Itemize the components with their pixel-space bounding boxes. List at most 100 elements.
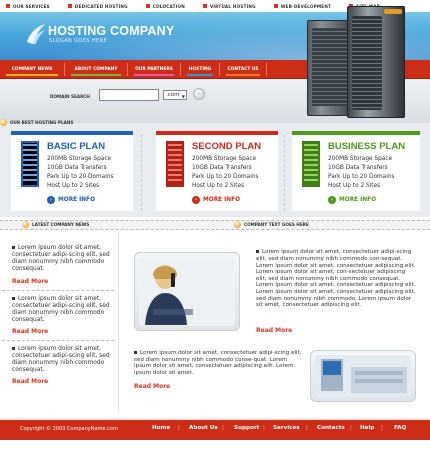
footer-link-support[interactable]: Support <box>234 425 259 431</box>
plan-card-basic: BASIC PLAN 200MB Storage Space 10GB Data… <box>11 131 133 211</box>
menu-hosting[interactable]: Hosting <box>181 60 219 79</box>
menu-label: Contact Us <box>227 67 259 72</box>
bullet-icon <box>256 250 259 253</box>
footer-link-about-us[interactable]: About Us <box>189 425 218 431</box>
tld-value: .com <box>166 92 180 98</box>
arrow-right-icon: › <box>47 196 55 204</box>
plan-feature: Park Up to 20 Domains <box>192 174 259 180</box>
topnav-label: Colocation <box>152 3 185 9</box>
menu-contact-us[interactable]: Contact Us <box>220 60 266 79</box>
read-more-link[interactable]: Read More <box>12 328 48 335</box>
company-heading: Company Text Goes Here <box>234 220 309 229</box>
footer-link-contacts[interactable]: Contacts <box>317 425 345 431</box>
menu-about-company[interactable]: About Company <box>65 60 127 79</box>
bullet-icon <box>234 221 241 228</box>
computer-photo-frame <box>310 350 416 402</box>
news-heading: Latest Company News <box>22 220 89 229</box>
company-text-2-content: Lorem ipsum dolor sit amet, consectetuer… <box>134 350 302 376</box>
bullet-icon <box>12 297 15 300</box>
plan-feature: 10GB Data Transfers <box>47 165 107 171</box>
menu-label: Hosting <box>188 67 212 72</box>
company-title: HOSTING COMPANY <box>48 24 175 38</box>
topnav-label: Virtual Hosting <box>209 3 256 9</box>
plans-heading-label: Our Best Hosting Plans <box>10 120 74 125</box>
operator-photo-frame <box>134 252 240 331</box>
plan-title: BASIC PLAN <box>47 141 106 152</box>
menu-underline <box>226 74 260 76</box>
bullet-icon <box>273 4 278 8</box>
bullet-icon <box>0 119 7 126</box>
tld-select[interactable]: .com ▼ <box>163 90 187 100</box>
plan-feature: 200MB Storage Space <box>328 156 393 162</box>
menu-label: Company News <box>11 67 53 72</box>
menu-our-partners[interactable]: Our Partners <box>128 60 180 79</box>
bullet-icon <box>202 4 207 8</box>
page-bottom <box>0 440 430 462</box>
menu-underline <box>71 74 121 76</box>
bullet-icon <box>12 246 15 249</box>
menu-label: About Company <box>74 67 118 72</box>
news-text: Lorem ipsum dolor sit amet, consectetuer… <box>12 296 110 323</box>
plan-title: BUSINESS PLAN <box>328 141 406 152</box>
topnav-label: Our Services <box>13 3 50 9</box>
read-more-link[interactable]: Read More <box>256 327 292 334</box>
footer-link-home[interactable]: Home <box>152 425 170 431</box>
topnav-label: Web-Development <box>280 3 332 9</box>
server-rack-icon <box>166 141 184 187</box>
plan-feature: 200MB Storage Space <box>47 156 112 162</box>
plan-card-second: SECOND PLAN 200MB Storage Space 10GB Dat… <box>156 131 278 211</box>
menu-label: Our Partners <box>135 67 173 72</box>
news-item: Lorem ipsum dolor sit amet, consectetuer… <box>12 296 112 324</box>
topnav-virtual-hosting[interactable]: Virtual Hosting <box>202 3 256 9</box>
news-item: Lorem ipsum dolor sit amet, consectetuer… <box>12 245 112 273</box>
plan-feature: 10GB Data Transfers <box>192 165 252 171</box>
arrow-right-icon: › <box>198 91 200 97</box>
menu-company-news[interactable]: Company News <box>0 60 64 79</box>
logo-icon <box>27 24 45 44</box>
read-more-link[interactable]: Read More <box>12 278 48 285</box>
search-go-button[interactable]: › <box>193 88 205 100</box>
news-text: Lorem ipsum dolor sit amet, consectetuer… <box>12 245 110 272</box>
more-info-button[interactable]: › MORE INFO <box>192 196 240 204</box>
menu-underline <box>134 74 174 76</box>
arrow-right-icon: › <box>192 196 200 204</box>
footer-link-help[interactable]: Help <box>360 425 374 431</box>
topnav-web-development[interactable]: Web-Development <box>273 3 332 9</box>
news-heading-label: Latest Company News <box>32 222 90 227</box>
plan-feature: Host Up to 2 Sites <box>47 183 100 189</box>
footer-link-faq[interactable]: FAQ <box>394 425 406 431</box>
more-info-button[interactable]: › MORE INFO <box>47 196 95 204</box>
arrow-right-icon: › <box>328 196 336 204</box>
bullet-icon <box>134 351 137 354</box>
bullet-icon <box>6 4 10 8</box>
topnav-colocation[interactable]: Colocation <box>145 3 185 9</box>
company-text-1-content: Lorem ipsum dolor sit amet, consectetuer… <box>256 249 416 309</box>
domain-search-label: Domain Search <box>50 94 90 99</box>
plan-feature: Host Up to 2 Sites <box>328 183 381 189</box>
menu-underline <box>6 74 58 76</box>
plan-feature: Park Up to 20 Domains <box>328 174 395 180</box>
plan-feature: 10GB Data Transfers <box>328 165 388 171</box>
read-more-link[interactable]: Read More <box>134 383 170 390</box>
menu-underline <box>187 74 213 76</box>
read-more-link[interactable]: Read More <box>12 378 48 385</box>
company-slogan: SLOGAN GOES HERE <box>49 38 108 44</box>
footer-link-services[interactable]: Services <box>273 425 300 431</box>
bullet-icon <box>145 4 150 8</box>
plans-heading: Our Best Hosting Plans <box>0 118 73 127</box>
plan-feature: Park Up to 20 Domains <box>47 174 114 180</box>
more-info-label: MORE INFO <box>58 197 96 203</box>
more-info-label: MORE INFO <box>339 197 377 203</box>
company-text-1: Lorem ipsum dolor sit amet, consectetuer… <box>256 249 416 309</box>
more-info-button[interactable]: › MORE INFO <box>328 196 376 204</box>
plan-feature: Host Up to 2 Sites <box>192 183 245 189</box>
operator-photo <box>139 257 235 326</box>
copyright-text: Copyright © 2003 CompanyName.com <box>20 426 118 432</box>
topnav-dedicated-hosting[interactable]: Dedicated Hosting <box>67 4 128 9</box>
domain-search-input[interactable] <box>99 89 159 101</box>
plan-card-business: BUSINESS PLAN 200MB Storage Space 10GB D… <box>292 131 420 211</box>
topnav-our-services[interactable]: Our Services <box>6 4 50 9</box>
computer-photo <box>315 355 411 397</box>
bullet-icon <box>22 221 29 228</box>
news-item: Lorem ipsum dolor sit amet, consectetuer… <box>12 346 112 374</box>
